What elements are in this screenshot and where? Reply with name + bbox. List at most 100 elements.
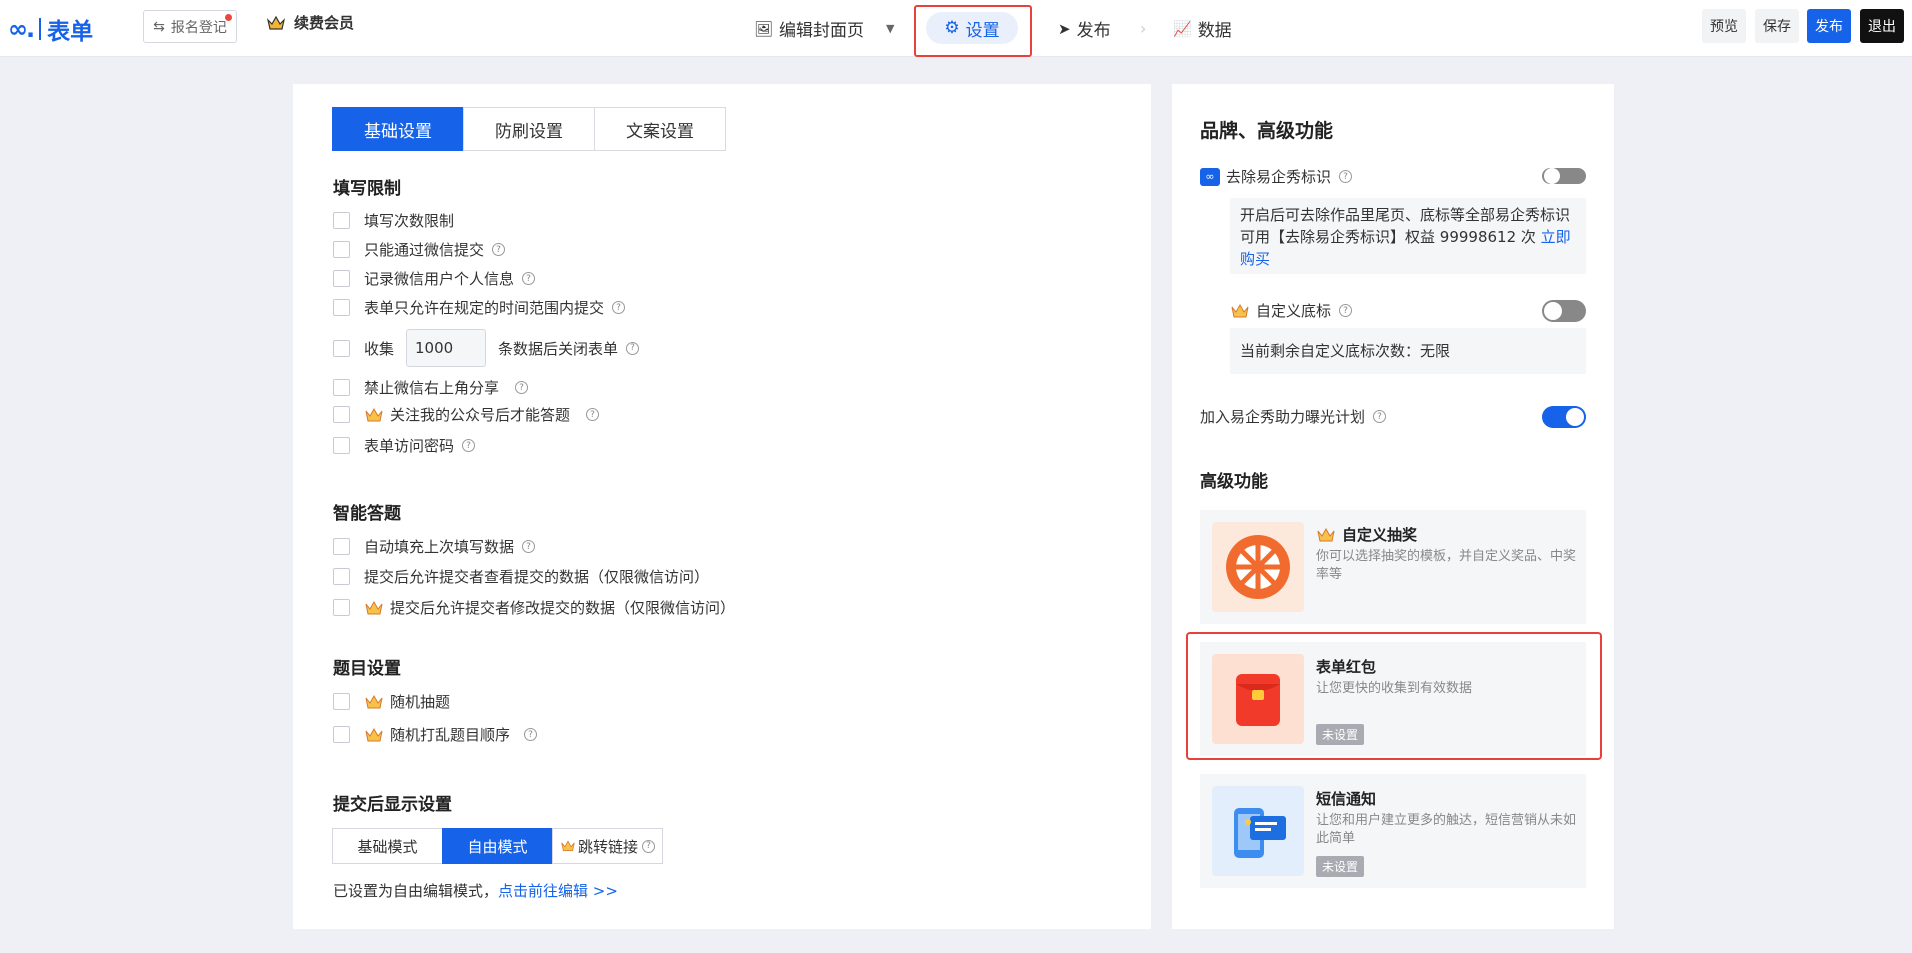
mode-redirect-link[interactable]: 跳转链接 ? — [552, 828, 663, 864]
exposure-plan-row: 加入易企秀助力曝光计划 ? — [1200, 406, 1387, 427]
exit-button[interactable]: 退出 — [1860, 9, 1904, 43]
brand-section-title: 品牌、高级功能 — [1200, 120, 1334, 142]
option-label: 收集 — [364, 339, 395, 358]
register-switch-button[interactable]: ⇆ 报名登记 — [143, 10, 237, 43]
nav-edit-cover[interactable]: 🖼 编辑封面页 ▼ — [754, 0, 895, 57]
nav-edit-cover-label: 编辑封面页 — [779, 21, 865, 41]
remove-logo-toggle[interactable] — [1542, 168, 1586, 184]
help-icon[interactable]: ? — [524, 728, 538, 741]
publish-button[interactable]: 发布 — [1807, 9, 1851, 43]
image-icon: 🖼 — [754, 19, 774, 38]
tab-copy-settings[interactable]: 文案设置 — [594, 107, 726, 151]
checkbox[interactable] — [333, 693, 350, 710]
go-edit-link[interactable]: 点击前往编辑 >> — [498, 882, 618, 900]
checkbox[interactable] — [333, 339, 350, 357]
checkbox[interactable] — [333, 270, 350, 287]
help-icon[interactable]: ? — [626, 341, 640, 355]
option-label: 表单访问密码 — [364, 437, 455, 455]
option-wechat-only[interactable]: 只能通过微信提交 ? — [333, 239, 506, 260]
option-random-questions[interactable]: 随机抽题 — [333, 691, 450, 712]
option-ban-share[interactable]: 禁止微信右上角分享 ? — [333, 377, 529, 398]
option-edit-submitted[interactable]: 提交后允许提交者修改提交的数据（仅限微信访问） — [333, 597, 735, 618]
help-icon[interactable]: ? — [586, 408, 600, 421]
option-access-password[interactable]: 表单访问密码 ? — [333, 435, 476, 456]
option-record-wechat-info[interactable]: 记录微信用户个人信息 ? — [333, 268, 536, 289]
checkbox[interactable] — [333, 538, 350, 555]
exposure-plan-label: 加入易企秀助力曝光计划 — [1200, 408, 1366, 426]
red-packet-highlight — [1186, 632, 1602, 760]
toggle-knob — [1544, 302, 1562, 320]
note-text: 已设置为自由编辑模式， — [333, 882, 499, 900]
checkbox[interactable] — [333, 379, 350, 396]
nav-data-label: 数据 — [1197, 21, 1232, 41]
renew-vip-button[interactable]: 续费会员 — [266, 12, 354, 33]
nav-settings-tab[interactable]: ⚙ 设置 — [926, 12, 1018, 44]
option-label: 关注我的公众号后才能答题 — [390, 406, 571, 424]
help-icon[interactable]: ? — [462, 439, 476, 452]
option-label: 提交后允许提交者查看提交的数据（仅限微信访问） — [364, 568, 710, 586]
crown-icon — [365, 600, 383, 614]
caret-down-icon[interactable]: ▼ — [886, 22, 894, 35]
option-label: 条数据后关闭表单 — [498, 339, 619, 358]
custom-footer-info: 当前剩余自定义底标次数：无限 — [1230, 328, 1586, 374]
crown-icon — [1231, 303, 1249, 317]
nav-publish-tab[interactable]: ➤ 发布 — [1058, 0, 1111, 57]
option-fill-count-limit[interactable]: 填写次数限制 — [333, 210, 454, 231]
phone-message-icon — [1234, 808, 1286, 858]
option-view-submitted[interactable]: 提交后允许提交者查看提交的数据（仅限微信访问） — [333, 566, 709, 587]
help-icon[interactable]: ? — [1339, 170, 1353, 183]
option-shuffle-order[interactable]: 随机打乱题目顺序 ? — [333, 724, 538, 745]
checkbox[interactable] — [333, 568, 350, 585]
feature-card-sms[interactable]: 短信通知 让您和用户建立更多的触达，短信营销从未如此简单 未设置 — [1200, 774, 1586, 888]
help-icon[interactable]: ? — [1373, 410, 1387, 423]
option-label: 随机打乱题目顺序 — [390, 726, 511, 744]
option-label: 禁止微信右上角分享 — [364, 379, 500, 397]
option-time-range[interactable]: 表单只允许在规定的时间范围内提交 ? — [333, 297, 626, 318]
help-icon[interactable]: ? — [642, 839, 655, 853]
help-icon[interactable]: ? — [522, 540, 536, 553]
option-label: 填写次数限制 — [364, 212, 455, 230]
tab-basic-settings[interactable]: 基础设置 — [332, 107, 464, 151]
option-follow-official[interactable]: 关注我的公众号后才能答题 ? — [333, 404, 600, 425]
tab-anti-spam-settings[interactable]: 防刷设置 — [463, 107, 595, 151]
chevron-right-icon: › — [1140, 19, 1147, 38]
send-icon: ➤ — [1058, 19, 1071, 38]
preview-button[interactable]: 预览 — [1702, 9, 1746, 43]
after-submit-note: 已设置为自由编辑模式，点击前往编辑 >> — [333, 880, 618, 901]
nav-data-tab[interactable]: 📈 数据 — [1173, 0, 1232, 57]
lottery-title: 自定义抽奖 — [1342, 526, 1418, 544]
mode-free[interactable]: 自由模式 — [442, 828, 553, 864]
option-collect-limit[interactable]: 收集 条数据后关闭表单 ? — [333, 329, 640, 367]
checkbox[interactable] — [333, 241, 350, 258]
help-icon[interactable]: ? — [522, 272, 536, 285]
app-logo[interactable]: ∞. 表单 — [8, 12, 93, 46]
exposure-plan-toggle[interactable] — [1542, 406, 1586, 428]
option-autofill[interactable]: 自动填充上次填写数据 ? — [333, 536, 536, 557]
help-icon[interactable]: ? — [515, 381, 529, 394]
sms-desc: 让您和用户建立更多的触达，短信营销从未如此简单 — [1316, 813, 1577, 846]
help-icon[interactable]: ? — [492, 243, 506, 256]
option-label: 随机抽题 — [390, 693, 451, 711]
checkbox[interactable] — [333, 437, 350, 454]
checkbox[interactable] — [333, 599, 350, 616]
save-button[interactable]: 保存 — [1755, 9, 1799, 43]
crown-icon — [1317, 527, 1335, 541]
custom-footer-toggle[interactable] — [1542, 300, 1586, 322]
help-icon[interactable]: ? — [1339, 304, 1353, 317]
checkbox[interactable] — [333, 726, 350, 743]
brand-advanced-panel: 品牌、高级功能 ∞ 去除易企秀标识 ? 开启后可去除作品里尾页、底标等全部易企秀… — [1172, 84, 1614, 929]
remove-logo-info: 开启后可去除作品里尾页、底标等全部易企秀标识 可用【去除易企秀标识】权益 999… — [1230, 198, 1586, 274]
lottery-desc: 你可以选择抽奖的模板，并自定义奖品、中奖率等 — [1316, 549, 1577, 582]
help-icon[interactable]: ? — [612, 301, 626, 314]
section-title-question-settings: 题目设置 — [333, 659, 401, 679]
checkbox[interactable] — [333, 406, 350, 423]
checkbox[interactable] — [333, 212, 350, 229]
advanced-section-title: 高级功能 — [1200, 472, 1268, 492]
option-label: 表单只允许在规定的时间范围内提交 — [364, 299, 605, 317]
feature-card-lottery[interactable]: 自定义抽奖 你可以选择抽奖的模板，并自定义奖品、中奖率等 — [1200, 510, 1586, 624]
gear-icon: ⚙ — [944, 18, 960, 38]
collect-count-input[interactable] — [406, 329, 487, 367]
checkbox[interactable] — [333, 299, 350, 316]
mode-basic[interactable]: 基础模式 — [332, 828, 443, 864]
mode-label: 跳转链接 — [577, 837, 638, 856]
